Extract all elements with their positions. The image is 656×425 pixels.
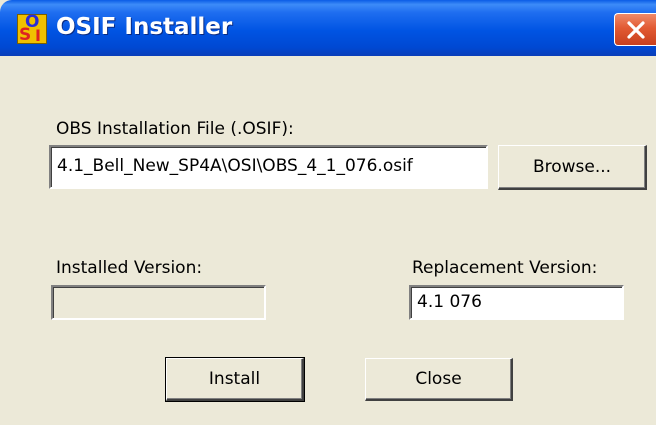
close-window-button[interactable] [614,13,656,46]
close-icon [627,21,645,39]
close-button[interactable]: Close [365,358,513,401]
title-bar[interactable]: OSI OSIF Installer [0,0,656,56]
window-title: OSIF Installer [56,14,233,40]
installation-file-label: OBS Installation File (.OSIF): [56,119,294,139]
install-button[interactable]: Install [165,357,305,402]
replacement-version-label: Replacement Version: [412,258,598,278]
browse-button[interactable]: Browse... [498,145,647,190]
installed-version-field[interactable] [51,285,266,320]
osif-installer-window: OSI OSIF Installer OBS Installation File… [0,0,656,425]
osif-app-icon: OSI [17,12,47,45]
installed-version-label: Installed Version: [56,258,203,278]
replacement-version-field[interactable]: 4.1 076 [409,285,624,320]
installation-file-field[interactable]: 4.1_Bell_New_SP4A\OSI\OBS_4_1_076.osif [49,145,488,189]
